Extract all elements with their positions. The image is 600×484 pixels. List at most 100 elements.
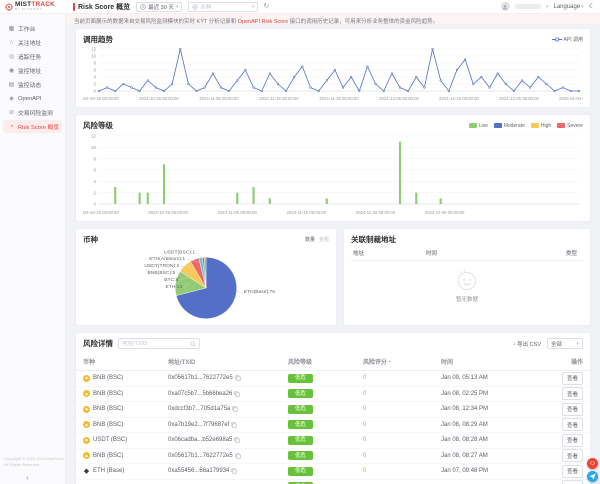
view-button[interactable]: 查看 <box>562 418 583 431</box>
language-switcher[interactable]: Language▾ <box>554 4 584 10</box>
address-link[interactable]: 0x05617b1...7622772e5 <box>168 375 233 381</box>
sidebar-item-dashboard[interactable]: ▦ 工作台 <box>3 22 62 35</box>
search-icon[interactable] <box>190 341 196 347</box>
risk-score-value: 0 <box>363 406 441 412</box>
call-trend-legend[interactable]: API 调用 <box>552 36 583 43</box>
sidebar-item-risk-monitor[interactable]: ⊘ 交易风险监测 <box>3 106 62 119</box>
copy-icon[interactable] <box>231 422 237 428</box>
sidebar-item-star[interactable]: ☆ 关注地址 <box>3 36 62 49</box>
svg-text:2024-11-25 08:00:00: 2024-11-25 08:00:00 <box>319 96 359 101</box>
legend-item-severe[interactable]: Severe <box>557 123 583 129</box>
time-value: Jan 08, 08:27 AM <box>441 453 535 459</box>
view-button[interactable]: 查看 <box>562 387 583 400</box>
level-filter-select[interactable]: 全部 ▾ <box>547 338 583 349</box>
currency-pie-chart: ETH(Base):76ETH:14BTC:8BNB(BSC):5USDT(TR… <box>83 246 329 324</box>
view-button[interactable]: 查看 <box>562 465 583 478</box>
misttrack-logo[interactable]: MISTTRACK BY SLOWMIST <box>5 2 67 12</box>
address-link[interactable]: 0x06cadba...b52e698a5 <box>168 437 232 443</box>
export-csv-button[interactable]: ↓ 导出 CSV <box>513 340 541 348</box>
address-link[interactable]: 0xa7b19e2...7f79687ef <box>168 422 229 428</box>
risk-score-value: 0 <box>363 453 441 459</box>
star-icon: ☆ <box>8 39 15 46</box>
user-name-redacted[interactable] <box>515 4 541 9</box>
copy-icon[interactable] <box>234 391 240 397</box>
svg-text:USDT(TRON):2: USDT(TRON):2 <box>144 263 179 269</box>
svg-text:ETH(Base):76: ETH(Base):76 <box>244 289 276 295</box>
date-range-value: 最近 30 天 <box>148 3 174 11</box>
view-button[interactable]: 查看 <box>562 372 583 385</box>
logo-text: MISTTRACK BY SLOWMIST <box>15 2 55 12</box>
legend-label: Moderate <box>504 123 525 129</box>
logo-tagline: BY SLOWMIST <box>15 8 55 11</box>
customer-support-button[interactable]: ☺ <box>587 458 598 469</box>
chevron-down-icon: ▾ <box>546 4 549 10</box>
clock-icon <box>140 4 146 10</box>
risk-level-badge: 低危 <box>288 389 313 398</box>
search-input[interactable] <box>122 341 188 347</box>
time-value: Jan 09, 05:13 AM <box>441 375 535 381</box>
sidebar-item-monitor[interactable]: ◉ 监控地址 <box>3 64 62 77</box>
legend-item-high[interactable]: High <box>531 123 551 129</box>
time-value: Jan 08, 02:25 PM <box>441 391 535 397</box>
user-avatar[interactable] <box>501 2 510 11</box>
risk-level-chart: 0246810122024-10-16 08:00:002024-10-26 0… <box>83 132 583 218</box>
risk-score-value: 0 <box>363 391 441 397</box>
address-link[interactable]: 0x05617b1...7622772e5 <box>168 453 233 459</box>
currency-filter-select[interactable]: 币种 ▾ <box>188 2 258 12</box>
address-search[interactable] <box>118 338 200 349</box>
view-button[interactable]: 查看 <box>562 434 583 447</box>
legend-item-moderate[interactable]: Moderate <box>494 123 525 129</box>
view-button[interactable]: 查看 <box>562 449 583 462</box>
sidebar-collapse-button[interactable]: ‹ <box>26 474 29 482</box>
copy-icon[interactable] <box>232 406 238 412</box>
currency-pie-card: 币种 数量 金额 ETH(Base):76ETH:14BTC:8BNB(BSC)… <box>75 228 337 326</box>
dark-mode-toggle-icon[interactable]: ☾ <box>589 3 595 10</box>
coin-name: BNB (BSC) <box>93 422 123 428</box>
date-range-select[interactable]: 最近 30 天 ▾ <box>136 2 182 12</box>
floating-buttons: ☺ <box>587 458 598 482</box>
risk-level-badge: 低危 <box>288 467 313 476</box>
copy-icon[interactable] <box>234 437 240 443</box>
legend-label: High <box>541 123 551 129</box>
risk-score-value: 0 <box>363 468 441 474</box>
legend-label: Severe <box>567 123 583 129</box>
level-filter-value: 全部 <box>551 340 562 348</box>
table-row: 低危 0 查看 <box>76 480 590 484</box>
risk-level-badge: 低危 <box>288 374 313 383</box>
col-time: 时间 <box>441 357 535 366</box>
sidebar-item-risk-score[interactable]: ◔ Risk Score 概览 <box>3 120 62 133</box>
sidebar-item-activity[interactable]: ▤ 监控动态 <box>3 78 62 91</box>
sidebar-item-trace[interactable]: ◎ 追踪任务 <box>3 50 62 63</box>
view-button[interactable]: 查看 <box>562 480 583 484</box>
pie-toggle-count[interactable]: 数量 <box>305 236 315 243</box>
address-link[interactable]: 0xdccf3b7...705d1a75a <box>168 406 230 412</box>
sort-icon[interactable]: ▲▼ <box>388 361 391 365</box>
copyright-line2: All Rights Reserved <box>4 462 64 468</box>
col-risk-score[interactable]: 风险评分▲▼ <box>363 357 441 366</box>
table-row: ◆ BNB (BSC) 0x05617b1...7622772e5 低危 0 J… <box>76 371 590 387</box>
copy-icon[interactable] <box>231 468 237 474</box>
legend-swatch <box>557 123 565 128</box>
sidebar-item-label: Risk Score 概览 <box>18 122 59 131</box>
refresh-icon[interactable]: ↻ <box>263 3 269 10</box>
risk-score-icon: ◔ <box>8 124 15 130</box>
address-link[interactable]: 0xa07c5b7...5b66bea26 <box>168 391 232 397</box>
sidebar-item-api[interactable]: ◈ OpenAPI <box>3 92 62 105</box>
call-trend-title: 调用趋势 <box>83 34 113 45</box>
address-link[interactable]: 0xa55456...66a179934 <box>168 468 229 474</box>
legend-swatch <box>531 123 539 128</box>
dashboard-icon: ▦ <box>8 25 15 32</box>
empty-state: 暂无数据 <box>351 261 583 303</box>
info-banner: 当前页面展示的数据来自交易风险监测模块的实时 KYT 分析记录和 OpenAPI… <box>66 14 600 24</box>
view-button[interactable]: 查看 <box>562 403 583 416</box>
copy-icon[interactable] <box>235 453 241 459</box>
risk-level-badge: 低危 <box>288 451 313 460</box>
svg-text:0: 0 <box>93 89 96 94</box>
copy-icon[interactable] <box>235 375 241 381</box>
pie-toggle-amount[interactable]: 金额 <box>319 236 329 243</box>
svg-text:10: 10 <box>91 54 96 59</box>
coin-icon: ◆ <box>83 375 90 382</box>
pie-mode-toggle[interactable]: 数量 金额 <box>305 236 329 243</box>
legend-item-low[interactable]: Low <box>469 123 488 129</box>
telegram-button[interactable] <box>587 471 598 482</box>
